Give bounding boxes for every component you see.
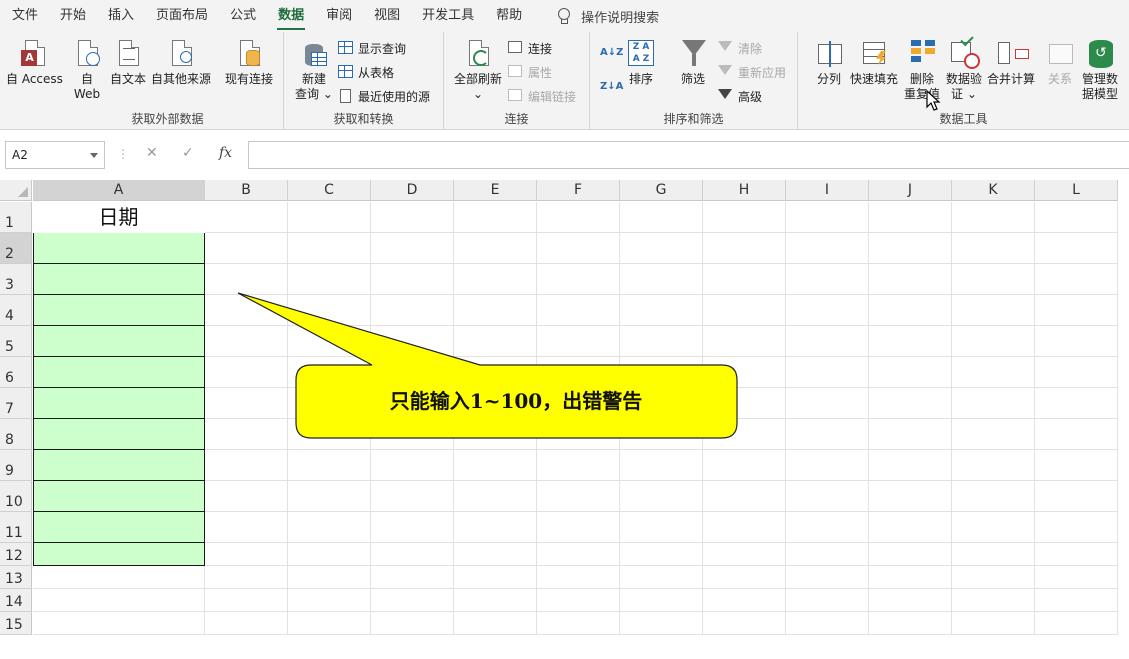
- tab-3[interactable]: 页面布局: [145, 0, 219, 32]
- remove-duplicates-icon: [907, 38, 937, 70]
- existing-connections-button[interactable]: 现有连接: [225, 38, 273, 87]
- from-table-button[interactable]: 从表格: [338, 62, 394, 82]
- table-icon: [338, 65, 354, 79]
- from-web-button[interactable]: 自 Web: [72, 38, 102, 102]
- sort-descending-button[interactable]: Z↓A: [600, 76, 623, 96]
- tab-6[interactable]: 审阅: [315, 0, 363, 32]
- menu-bar: 文件 开始 插入 页面布局 公式 数据 审阅 视图 开发工具 帮助 操作说明搜索: [0, 0, 1129, 32]
- sort-ascending-button[interactable]: A↓Z: [600, 42, 623, 62]
- tab-9[interactable]: 帮助: [485, 0, 533, 32]
- split-columns-icon: [814, 38, 844, 70]
- flash-fill-button[interactable]: 快速填充: [850, 38, 898, 87]
- mouse-pointer-icon: [926, 90, 941, 111]
- sort-button[interactable]: Z AA Z 排序: [626, 38, 656, 87]
- clock-icon: [338, 89, 354, 103]
- from-text-button[interactable]: 自文本: [110, 38, 146, 87]
- sort-za-icon: Z↓A: [600, 80, 624, 92]
- lightbulb-icon: [557, 8, 571, 24]
- ribbon: A 自 Access 自 Web 自文本 自其他来源 现有连接 获取外部数据 新…: [0, 32, 1129, 130]
- edit-link-icon: [508, 89, 524, 103]
- cancel-icon[interactable]: ✕: [146, 145, 158, 161]
- formula-input[interactable]: [248, 141, 1129, 169]
- tab-2[interactable]: 插入: [97, 0, 145, 32]
- access-icon: A: [19, 38, 49, 70]
- filter-button[interactable]: 筛选: [678, 38, 708, 87]
- insert-function-icon[interactable]: fx: [219, 145, 232, 161]
- group-label: 连接: [504, 112, 529, 126]
- relationships-icon: [1045, 38, 1075, 70]
- clear-filter-button[interactable]: 清除: [718, 38, 762, 58]
- group-label: 获取和转换: [333, 112, 394, 126]
- properties-icon: [508, 65, 524, 79]
- refresh-all-button[interactable]: 全部刷新 ⌄: [454, 38, 502, 102]
- group-sort-filter: A↓Z Z↓A Z AA Z 排序 筛选 清除 重新应用 高级 排序和筛选: [590, 32, 798, 130]
- group-label: 排序和筛选: [663, 112, 724, 126]
- new-query-button[interactable]: 新建 查询 ⌄: [295, 38, 333, 102]
- tell-me-label: 操作说明搜索: [581, 10, 660, 26]
- group-connections: 全部刷新 ⌄ 连接 属性 编辑链接 连接: [444, 32, 590, 130]
- text-to-columns-button[interactable]: 分列: [814, 38, 844, 87]
- chevron-down-icon: ⌄: [472, 87, 484, 101]
- edit-links-button[interactable]: 编辑链接: [508, 86, 576, 106]
- formula-bar: A2 ⋮ ✕ ✓ fx: [0, 131, 1129, 180]
- relationships-button[interactable]: 关系: [1045, 38, 1075, 87]
- drag-handle-icon[interactable]: ⋮: [117, 147, 129, 161]
- data-validation-button[interactable]: 数据验 证 ⌄: [946, 32, 982, 102]
- network-icon: [166, 38, 196, 70]
- group-get-transform: 新建 查询 ⌄ 显示查询 从表格 最近使用的源 获取和转换: [284, 32, 444, 130]
- tab-1[interactable]: 开始: [49, 0, 97, 32]
- reapply-button[interactable]: 重新应用: [718, 62, 786, 82]
- chevron-down-icon: ⌄: [322, 87, 333, 101]
- tell-me-search[interactable]: 操作说明搜索: [557, 7, 659, 26]
- tab-5[interactable]: 数据: [267, 0, 315, 32]
- show-queries-button[interactable]: 显示查询: [338, 38, 406, 58]
- name-box[interactable]: A2: [5, 141, 105, 169]
- table-icon: [338, 41, 354, 55]
- chevron-down-icon: ⌄: [966, 87, 977, 101]
- existing-connection-icon: [234, 38, 264, 70]
- tab-4[interactable]: 公式: [219, 0, 267, 32]
- text-file-icon: [113, 38, 143, 70]
- tab-8[interactable]: 开发工具: [411, 0, 485, 32]
- web-icon: [72, 38, 102, 70]
- tab-0[interactable]: 文件: [0, 0, 49, 32]
- refresh-icon: [463, 38, 493, 70]
- data-model-icon: [1085, 38, 1115, 70]
- properties-button[interactable]: 属性: [508, 62, 552, 82]
- spreadsheet-grid: ABCDEFGHIJKL 1 2 3 4 5 6 7 8 9 10 11 12 13 14 15 日期 只能…: [0, 180, 1129, 659]
- consolidate-button[interactable]: 合并计算: [987, 38, 1035, 87]
- group-external-data: A 自 Access 自 Web 自文本 自其他来源 现有连接 获取外部数据: [0, 32, 284, 130]
- group-label: 数据工具: [939, 112, 988, 126]
- consolidate-icon: [996, 38, 1029, 70]
- advanced-filter-button[interactable]: 高级: [718, 86, 762, 106]
- tab-7[interactable]: 视图: [363, 0, 411, 32]
- manage-data-model-button[interactable]: 管理数 据模型: [1082, 38, 1118, 102]
- reapply-icon: [718, 65, 734, 79]
- filter-icon: [678, 38, 708, 70]
- from-other-sources-button[interactable]: 自其他来源: [151, 38, 211, 87]
- sort-icon: Z AA Z: [626, 38, 656, 70]
- database-icon: [299, 38, 329, 70]
- enter-icon[interactable]: ✓: [182, 145, 194, 161]
- from-access-button[interactable]: A 自 Access: [6, 38, 63, 87]
- chevron-down-icon[interactable]: [90, 153, 98, 158]
- sort-az-icon: A↓Z: [600, 46, 624, 58]
- link-icon: [508, 41, 524, 55]
- group-data-tools: 分列 快速填充 删除 重复值 数据验 证 ⌄ 合并计算 关系 管理数 据模型: [798, 32, 1129, 130]
- callout-text: 只能输入1~100，出错警告: [389, 389, 643, 413]
- data-validation-icon: [949, 32, 980, 70]
- clear-filter-icon: [718, 41, 734, 55]
- connections-button[interactable]: 连接: [508, 38, 552, 58]
- recent-sources-button[interactable]: 最近使用的源: [338, 86, 430, 106]
- flash-fill-icon: [859, 38, 889, 70]
- advanced-filter-icon: [718, 89, 734, 103]
